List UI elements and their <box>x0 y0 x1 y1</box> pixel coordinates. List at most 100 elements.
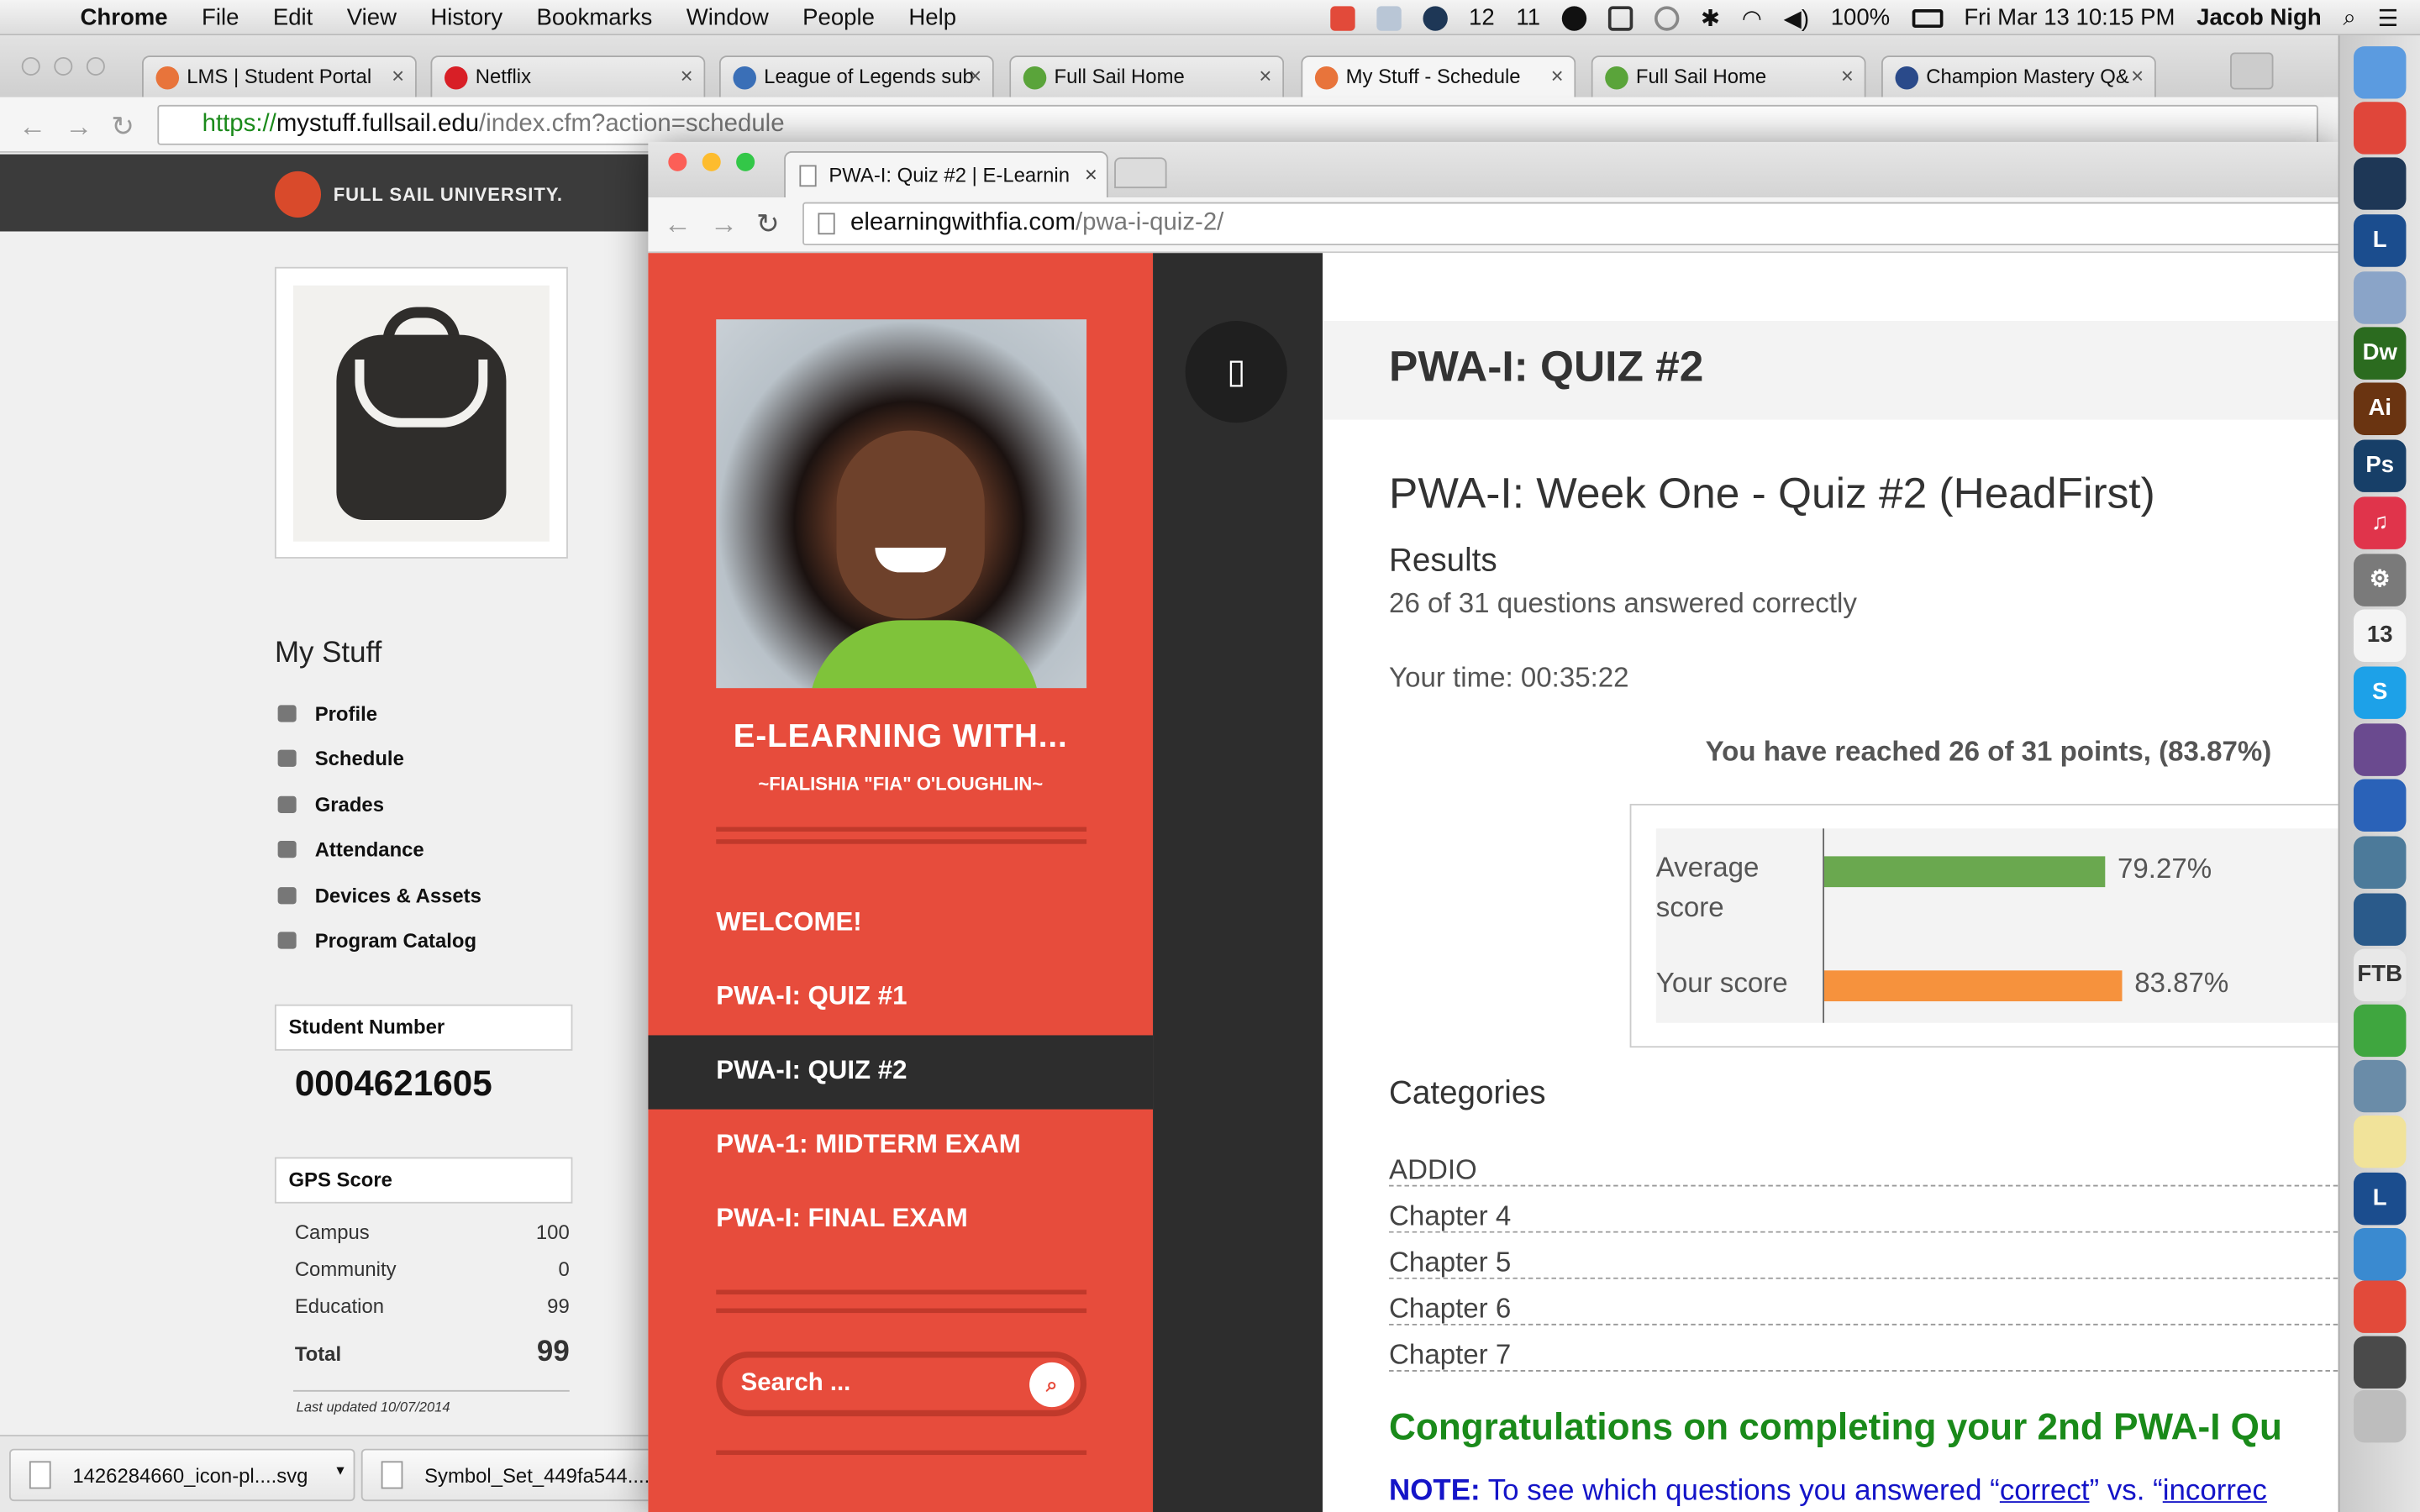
menu-view[interactable]: View <box>347 4 397 30</box>
battery-icon[interactable] <box>1911 8 1943 28</box>
nav-midterm[interactable]: PWA-1: MIDTERM EXAM <box>648 1110 1153 1184</box>
forward-arrow-icon[interactable]: → <box>710 208 738 241</box>
zoom-window-button[interactable] <box>736 152 755 171</box>
adobe-badge[interactable]: 11 <box>1516 5 1540 31</box>
volume-icon[interactable]: ◀) <box>1784 4 1809 32</box>
notification-center-icon[interactable]: ☰ <box>2378 4 2399 32</box>
tab-6[interactable]: Champion Mastery Q& × <box>1881 55 2156 97</box>
menu-edit[interactable]: Edit <box>273 4 313 30</box>
settings-icon[interactable]: ⚙ <box>2354 554 2407 606</box>
wifi-icon[interactable]: ◠ <box>1742 4 1762 32</box>
user-name[interactable]: Jacob Nigh <box>2196 5 2322 31</box>
dashlane-icon[interactable] <box>1561 5 1587 30</box>
sidebar-item-grades[interactable]: Grades <box>277 793 384 816</box>
search-icon[interactable]: ⌕ <box>1029 1362 1075 1408</box>
sketch-icon[interactable] <box>2354 1280 2407 1333</box>
back-arrow-icon[interactable]: ← <box>664 208 692 241</box>
tab-1[interactable]: Netflix × <box>430 55 706 97</box>
back-arrow-icon[interactable]: ← <box>18 111 46 144</box>
site-title[interactable]: E-LEARNING WITH... <box>648 719 1153 756</box>
tab-4[interactable]: My Stuff - Schedule × <box>1301 55 1576 97</box>
photoshop-icon[interactable]: Ps <box>2354 439 2407 492</box>
sidebar-item-profile[interactable]: Profile <box>277 702 377 725</box>
league-icon[interactable]: L <box>2354 214 2407 267</box>
menu-help[interactable]: Help <box>908 4 956 30</box>
close-tab-icon[interactable]: × <box>2131 63 2144 87</box>
reload-icon[interactable]: ↻ <box>111 111 134 144</box>
spotify-icon[interactable] <box>2354 1004 2407 1058</box>
close-tab-icon[interactable]: × <box>392 63 404 87</box>
chrome-icon[interactable] <box>2354 102 2407 155</box>
sidebar-item-schedule[interactable]: Schedule <box>277 747 404 770</box>
sidebar-item-devices[interactable]: Devices & Assets <box>277 884 481 907</box>
blender-icon[interactable] <box>2354 1228 2407 1281</box>
notes-icon[interactable] <box>2354 1115 2407 1168</box>
github-icon[interactable] <box>2354 723 2407 776</box>
incorrect-link[interactable]: incorrec <box>2163 1475 2267 1508</box>
sidebar-item-attendance[interactable]: Attendance <box>277 837 424 861</box>
close-tab-icon[interactable]: × <box>1551 63 1564 87</box>
teamspeak-icon[interactable] <box>2354 1059 2407 1113</box>
fullsail-logo[interactable]: FULL SAIL UNIVERSITY. <box>274 171 563 218</box>
preview-icon[interactable] <box>2354 836 2407 889</box>
clock[interactable]: Fri Mar 13 10:15 PM <box>1964 5 2175 31</box>
illustrator-icon[interactable]: Ai <box>2354 382 2407 435</box>
back-address-bar[interactable]: https://mystuff.fullsail.edu/index.cfm?a… <box>157 104 2318 145</box>
nav-welcome[interactable]: WELCOME! <box>648 887 1153 961</box>
close-tab-icon[interactable]: × <box>681 63 693 87</box>
itunes-icon[interactable]: ♫ <box>2354 496 2407 549</box>
filezilla-icon[interactable] <box>2354 779 2407 832</box>
menu-history[interactable]: History <box>430 4 502 30</box>
front-address-bar[interactable]: elearningwithfia.com/pwa-i-quiz-2/ <box>802 202 2346 246</box>
battery-percent[interactable]: 100% <box>1831 5 1890 31</box>
bridge-icon[interactable] <box>2354 893 2407 946</box>
mail-icon[interactable] <box>2354 271 2407 324</box>
steam-status-icon[interactable] <box>1422 5 1448 30</box>
sidebar-item-program-catalog[interactable]: Program Catalog <box>277 929 476 952</box>
download-item[interactable]: Symbol_Set_449fa544....z <box>360 1448 655 1502</box>
menu-bookmarks[interactable]: Bookmarks <box>537 4 653 30</box>
tab-5[interactable]: Full Sail Home × <box>1591 55 1866 97</box>
close-tab-icon[interactable]: × <box>1085 162 1097 186</box>
bluetooth-icon[interactable]: ✱ <box>1701 4 1720 32</box>
apple-icon[interactable] <box>31 3 59 31</box>
close-window-button[interactable] <box>21 56 40 76</box>
search-input[interactable]: Search ... ⌕ <box>716 1351 1087 1417</box>
close-window-button[interactable] <box>668 152 687 171</box>
ftb-icon[interactable]: FTB <box>2354 948 2407 1002</box>
sketch-status-icon[interactable] <box>1329 5 1355 30</box>
nav-final-exam[interactable]: PWA-I: FINAL EXAM <box>648 1184 1153 1257</box>
nav-quiz-2[interactable]: PWA-I: QUIZ #2 <box>648 1035 1154 1110</box>
profile-icon[interactable] <box>2230 52 2274 90</box>
steam-icon[interactable] <box>2354 157 2407 210</box>
cloud-badge[interactable]: 12 <box>1469 5 1495 31</box>
calendar-icon[interactable]: 13 <box>2354 609 2407 662</box>
menu-app[interactable]: Chrome <box>81 4 168 30</box>
screen-icon[interactable] <box>1607 5 1634 30</box>
time-machine-icon[interactable] <box>1654 5 1680 30</box>
tab-3[interactable]: Full Sail Home × <box>1009 55 1285 97</box>
minimize-window-button[interactable] <box>702 152 721 171</box>
league-icon-2[interactable]: L <box>2354 1172 2407 1226</box>
close-tab-icon[interactable]: × <box>1841 63 1854 87</box>
new-tab-button[interactable] <box>1114 157 1167 189</box>
menu-window[interactable]: Window <box>687 4 769 30</box>
chevron-down-icon[interactable]: ▾ <box>336 1462 344 1479</box>
zoom-window-button[interactable] <box>86 56 105 76</box>
close-tab-icon[interactable]: × <box>1259 63 1271 87</box>
menu-file[interactable]: File <box>202 4 239 30</box>
minimize-window-button[interactable] <box>54 56 73 76</box>
correct-link[interactable]: correct <box>2000 1475 2090 1508</box>
spotlight-icon[interactable]: ⌕ <box>2343 5 2355 31</box>
dreamweaver-icon[interactable]: Dw <box>2354 327 2407 380</box>
forward-arrow-icon[interactable]: → <box>65 111 92 144</box>
finder-icon[interactable] <box>2354 46 2407 99</box>
tab-quiz-2[interactable]: PWA-I: Quiz #2 | E-Learnin × <box>784 150 1108 198</box>
nav-quiz-1[interactable]: PWA-I: QUIZ #1 <box>648 961 1153 1035</box>
tab-2[interactable]: League of Legends sub × <box>718 55 994 97</box>
reload-icon[interactable]: ↻ <box>756 208 780 241</box>
trash-icon[interactable] <box>2354 1389 2407 1443</box>
tab-0[interactable]: LMS | Student Portal × <box>141 55 417 97</box>
download-item[interactable]: 1426284660_icon-pl....svg ▾ <box>9 1448 355 1502</box>
ftb-status-icon[interactable] <box>1376 5 1402 30</box>
